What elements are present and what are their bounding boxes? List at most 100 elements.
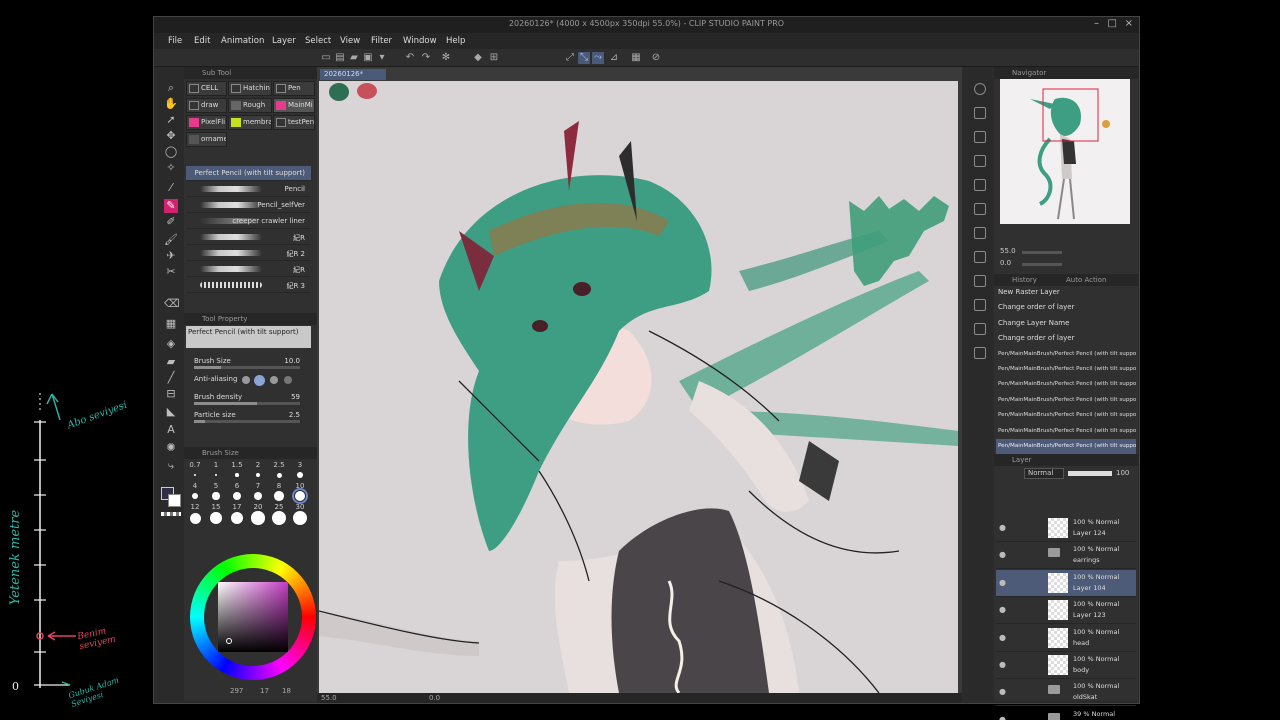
particle-size-prop[interactable]: Particle size 2.5	[192, 409, 310, 423]
pen-tool-icon[interactable]: ✎	[164, 199, 178, 213]
layer-property-icon[interactable]	[974, 131, 986, 143]
color-history-icon[interactable]	[974, 299, 986, 311]
navigator-angle-value[interactable]: 0.0	[1000, 259, 1011, 267]
layer-row[interactable]: ● 100 % Normal head	[996, 625, 1136, 652]
export-icon[interactable]: ▾	[376, 52, 388, 64]
sub-color-chip[interactable]	[168, 494, 181, 507]
brush-item[interactable]: 紀R 3	[186, 278, 311, 293]
save-icon[interactable]: ▣	[362, 52, 374, 64]
undo-icon[interactable]: ↶	[404, 52, 416, 64]
brush-size-dot[interactable]	[214, 473, 218, 477]
brush-size-dot[interactable]	[191, 492, 199, 500]
layer-row[interactable]: ● 100 % Normal earrings	[996, 542, 1136, 570]
snap-ruler-icon[interactable]: ⤢	[564, 52, 576, 64]
visibility-eye-icon[interactable]: ●	[999, 633, 1007, 642]
layer-opacity-value[interactable]: 100	[1116, 469, 1129, 477]
subtool-group-hatching[interactable]: Hatchin	[228, 81, 272, 96]
brush-size-dot[interactable]	[272, 511, 286, 525]
subtool-group-membra[interactable]: membra	[228, 115, 272, 130]
crop-icon[interactable]: ⊞	[488, 52, 500, 64]
brush-size-dot[interactable]	[293, 511, 307, 525]
subtool-group-draw[interactable]: draw	[186, 98, 227, 113]
brush-item[interactable]: Pencil_selfVer	[186, 198, 311, 213]
lasso-tool-icon[interactable]: ◯	[164, 145, 178, 159]
layer-search-icon[interactable]	[974, 179, 986, 191]
snap-special-ruler-icon[interactable]: ⤡	[578, 52, 590, 64]
brush-size-dot[interactable]	[291, 487, 309, 505]
settings-icon[interactable]: ✻	[440, 52, 452, 64]
drawing-canvas[interactable]	[319, 81, 958, 693]
brush-size-dot[interactable]	[297, 472, 303, 478]
operation-tool-icon[interactable]: ➚	[164, 113, 178, 127]
minimize-icon[interactable]: –	[1094, 18, 1099, 29]
brush-tool-icon[interactable]: 🖌	[164, 233, 178, 247]
brush-size-dot[interactable]	[235, 473, 239, 477]
color-picker-cursor[interactable]	[226, 638, 232, 644]
history-item[interactable]: Pen/MainMainBrush/Perfect Pencil (with t…	[996, 347, 1136, 362]
brush-item[interactable]: Pencil	[186, 182, 311, 197]
sub-view-icon[interactable]	[974, 251, 986, 263]
canvas-zoom-value[interactable]: 55.0	[321, 694, 337, 702]
visibility-eye-icon[interactable]: ●	[999, 578, 1007, 587]
brush-item[interactable]: Perfect Pencil (with tilt support)	[186, 166, 311, 181]
menu-edit[interactable]: Edit	[194, 36, 210, 46]
history-item[interactable]: Pen/MainMainBrush/Perfect Pencil (with t…	[996, 393, 1136, 408]
history-item[interactable]: Pen/MainMainBrush/Perfect Pencil (with t…	[996, 377, 1136, 392]
ruler-tool-icon[interactable]: ◣	[164, 405, 178, 419]
menu-animation[interactable]: Animation	[221, 36, 264, 46]
color-wheel[interactable]	[190, 554, 316, 680]
brush-item[interactable]: 紀R 2	[186, 246, 311, 261]
gradient-tool-icon[interactable]: ▰	[164, 355, 178, 369]
decoration-tool-icon[interactable]: ✂	[164, 265, 178, 279]
maximize-icon[interactable]: □	[1108, 18, 1117, 29]
history-item[interactable]: Change order of layer	[996, 331, 1136, 346]
brush-size-dot[interactable]	[212, 492, 220, 500]
open-icon[interactable]: ▰	[348, 52, 360, 64]
layer-row[interactable]: ● 100 % Normal Layer 123	[996, 597, 1136, 625]
color-set-icon[interactable]	[974, 275, 986, 287]
item-bank-icon[interactable]	[974, 227, 986, 239]
menu-help[interactable]: Help	[446, 36, 465, 46]
brush-size-dot[interactable]	[251, 511, 265, 525]
blend-tool-icon[interactable]: ▦	[164, 317, 178, 331]
history-item[interactable]: Pen/MainMainBrush/Perfect Pencil (with t…	[996, 424, 1136, 439]
transparent-color-chip[interactable]	[161, 512, 181, 516]
history-item[interactable]: Pen/MainMainBrush/Perfect Pencil (with t…	[996, 439, 1136, 454]
page-icon[interactable]: ▦	[630, 52, 642, 64]
history-item[interactable]: Pen/MainMainBrush/Perfect Pencil (with t…	[996, 408, 1136, 423]
visibility-eye-icon[interactable]: ●	[999, 606, 1007, 614]
subtool-group-testpen[interactable]: testPen	[273, 115, 315, 130]
brush-item[interactable]: creeper crawler liner	[186, 214, 311, 229]
layer-row[interactable]: ● 100 % Normal Layer 124	[996, 515, 1136, 542]
canvas-rotation-value[interactable]: 0.0	[429, 694, 440, 702]
frame-tool-icon[interactable]: ⊟	[164, 387, 178, 401]
subtool-group-cell[interactable]: CELL	[186, 81, 227, 96]
animation-icon[interactable]	[974, 203, 986, 215]
layer-row[interactable]: ● 100 % Normal oldSkat	[996, 679, 1136, 707]
anti-aliasing-prop[interactable]: Anti-aliasing	[192, 373, 310, 387]
history-item[interactable]: Change order of layer	[996, 300, 1136, 315]
menu-select[interactable]: Select	[305, 36, 331, 46]
close-panel-icon[interactable]	[974, 155, 986, 167]
brush-size-dot[interactable]	[189, 512, 201, 524]
tool-list-icon[interactable]	[974, 347, 986, 359]
brush-size-dot[interactable]	[194, 474, 196, 476]
menu-file[interactable]: File	[168, 36, 182, 46]
visibility-eye-icon[interactable]: ●	[999, 524, 1007, 532]
subtool-group-mainmi[interactable]: MainMi	[273, 98, 315, 113]
brush-size-dot[interactable]	[230, 511, 244, 525]
visibility-eye-icon[interactable]: ●	[999, 715, 1007, 720]
brush-size-dot[interactable]	[253, 491, 263, 501]
document-tab[interactable]: 20260126*	[320, 69, 386, 80]
hand-tool-icon[interactable]: ✋	[164, 97, 178, 111]
menu-window[interactable]: Window	[403, 36, 437, 46]
snap-grid-icon[interactable]: ⤳	[592, 52, 604, 64]
redo-icon[interactable]: ↷	[420, 52, 432, 64]
ruler-icon[interactable]: ⊿	[608, 52, 620, 64]
menu-layer[interactable]: Layer	[272, 36, 296, 46]
zoom-tool-icon[interactable]: ⌕	[164, 81, 178, 95]
blend-mode-select[interactable]: Normal	[1024, 468, 1064, 479]
brush-size-prop[interactable]: Brush Size 10.0	[192, 355, 310, 369]
subtool-group-pixelfli[interactable]: PixelFli	[186, 115, 227, 130]
transform-icon[interactable]: ◆	[472, 52, 484, 64]
